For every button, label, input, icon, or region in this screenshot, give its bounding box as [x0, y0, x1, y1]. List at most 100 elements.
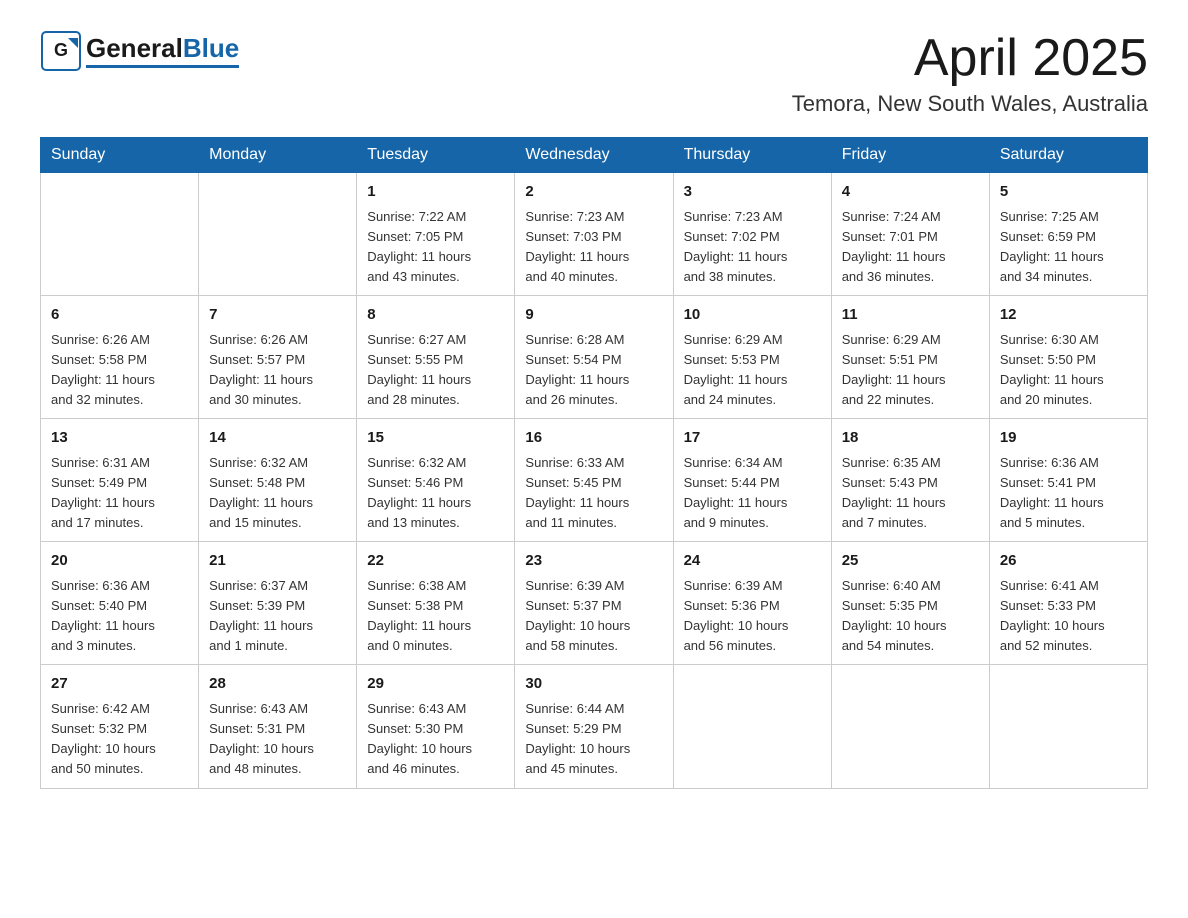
calendar-cell: 28 Sunrise: 6:43 AM Sunset: 5:31 PM Dayli… — [199, 665, 357, 788]
calendar-cell — [199, 173, 357, 296]
calendar-cell: 17 Sunrise: 6:34 AM Sunset: 5:44 PM Dayli… — [673, 419, 831, 542]
calendar-cell: 24 Sunrise: 6:39 AM Sunset: 5:36 PM Dayli… — [673, 542, 831, 665]
day-info: Sunrise: 6:40 AM Sunset: 5:35 PM Dayligh… — [842, 576, 979, 657]
day-number: 18 — [842, 427, 979, 450]
day-number: 9 — [525, 304, 662, 327]
calendar-cell: 13 Sunrise: 6:31 AM Sunset: 5:49 PM Dayli… — [41, 419, 199, 542]
weekday-header-monday: Monday — [199, 138, 357, 173]
day-info: Sunrise: 6:35 AM Sunset: 5:43 PM Dayligh… — [842, 453, 979, 534]
day-info: Sunrise: 6:44 AM Sunset: 5:29 PM Dayligh… — [525, 699, 662, 780]
calendar-cell: 8 Sunrise: 6:27 AM Sunset: 5:55 PM Daylig… — [357, 296, 515, 419]
day-number: 21 — [209, 550, 346, 573]
calendar-cell: 5 Sunrise: 7:25 AM Sunset: 6:59 PM Daylig… — [989, 173, 1147, 296]
day-number: 22 — [367, 550, 504, 573]
logo-general-text: General — [86, 33, 183, 63]
day-number: 10 — [684, 304, 821, 327]
day-info: Sunrise: 7:23 AM Sunset: 7:03 PM Dayligh… — [525, 207, 662, 288]
calendar-cell: 6 Sunrise: 6:26 AM Sunset: 5:58 PM Daylig… — [41, 296, 199, 419]
day-info: Sunrise: 6:36 AM Sunset: 5:40 PM Dayligh… — [51, 576, 188, 657]
calendar-week-row: 20 Sunrise: 6:36 AM Sunset: 5:40 PM Dayli… — [41, 542, 1148, 665]
day-info: Sunrise: 6:34 AM Sunset: 5:44 PM Dayligh… — [684, 453, 821, 534]
logo: G GeneralBlue — [40, 30, 239, 72]
day-info: Sunrise: 6:27 AM Sunset: 5:55 PM Dayligh… — [367, 330, 504, 411]
day-number: 14 — [209, 427, 346, 450]
calendar-cell: 16Sunrise: 6:33 AM Sunset: 5:45 PM Dayli… — [515, 419, 673, 542]
calendar-cell: 18 Sunrise: 6:35 AM Sunset: 5:43 PM Dayli… — [831, 419, 989, 542]
weekday-header-tuesday: Tuesday — [357, 138, 515, 173]
calendar-cell: 1 Sunrise: 7:22 AM Sunset: 7:05 PM Daylig… — [357, 173, 515, 296]
day-number: 20 — [51, 550, 188, 573]
calendar-cell: 9 Sunrise: 6:28 AM Sunset: 5:54 PM Daylig… — [515, 296, 673, 419]
svg-text:G: G — [54, 40, 68, 60]
calendar-week-row: 13 Sunrise: 6:31 AM Sunset: 5:49 PM Dayli… — [41, 419, 1148, 542]
location-title: Temora, New South Wales, Australia — [792, 91, 1148, 117]
day-info: Sunrise: 6:43 AM Sunset: 5:30 PM Dayligh… — [367, 699, 504, 780]
day-number: 24 — [684, 550, 821, 573]
day-info: Sunrise: 6:39 AM Sunset: 5:37 PM Dayligh… — [525, 576, 662, 657]
day-number: 12 — [1000, 304, 1137, 327]
day-info: Sunrise: 6:28 AM Sunset: 5:54 PM Dayligh… — [525, 330, 662, 411]
page-header: G GeneralBlue April 2025 Temora, New Sou… — [40, 30, 1148, 117]
calendar-cell: 15 Sunrise: 6:32 AM Sunset: 5:46 PM Dayli… — [357, 419, 515, 542]
day-info: Sunrise: 6:26 AM Sunset: 5:57 PM Dayligh… — [209, 330, 346, 411]
calendar-cell: 23 Sunrise: 6:39 AM Sunset: 5:37 PM Dayli… — [515, 542, 673, 665]
day-info: Sunrise: 7:25 AM Sunset: 6:59 PM Dayligh… — [1000, 207, 1137, 288]
day-info: Sunrise: 6:31 AM Sunset: 5:49 PM Dayligh… — [51, 453, 188, 534]
logo-blue-text: Blue — [183, 33, 239, 63]
day-number: 29 — [367, 673, 504, 696]
calendar-cell: 4 Sunrise: 7:24 AM Sunset: 7:01 PM Daylig… — [831, 173, 989, 296]
calendar-cell: 19Sunrise: 6:36 AM Sunset: 5:41 PM Dayli… — [989, 419, 1147, 542]
day-number: 13 — [51, 427, 188, 450]
day-info: Sunrise: 7:24 AM Sunset: 7:01 PM Dayligh… — [842, 207, 979, 288]
day-number: 6 — [51, 304, 188, 327]
weekday-header-thursday: Thursday — [673, 138, 831, 173]
calendar-cell — [673, 665, 831, 788]
day-number: 3 — [684, 181, 821, 204]
day-number: 8 — [367, 304, 504, 327]
day-number: 30 — [525, 673, 662, 696]
day-info: Sunrise: 6:32 AM Sunset: 5:48 PM Dayligh… — [209, 453, 346, 534]
calendar-cell: 22 Sunrise: 6:38 AM Sunset: 5:38 PM Dayli… — [357, 542, 515, 665]
day-info: Sunrise: 6:39 AM Sunset: 5:36 PM Dayligh… — [684, 576, 821, 657]
day-number: 26 — [1000, 550, 1137, 573]
day-info: Sunrise: 7:23 AM Sunset: 7:02 PM Dayligh… — [684, 207, 821, 288]
day-number: 5 — [1000, 181, 1137, 204]
calendar-header-row: SundayMondayTuesdayWednesdayThursdayFrid… — [41, 138, 1148, 173]
calendar-cell: 20 Sunrise: 6:36 AM Sunset: 5:40 PM Dayli… — [41, 542, 199, 665]
weekday-header-friday: Friday — [831, 138, 989, 173]
day-number: 17 — [684, 427, 821, 450]
day-info: Sunrise: 6:30 AM Sunset: 5:50 PM Dayligh… — [1000, 330, 1137, 411]
calendar-week-row: 1 Sunrise: 7:22 AM Sunset: 7:05 PM Daylig… — [41, 173, 1148, 296]
day-number: 23 — [525, 550, 662, 573]
day-number: 25 — [842, 550, 979, 573]
day-info: Sunrise: 6:26 AM Sunset: 5:58 PM Dayligh… — [51, 330, 188, 411]
day-info: Sunrise: 6:37 AM Sunset: 5:39 PM Dayligh… — [209, 576, 346, 657]
calendar-cell: 27Sunrise: 6:42 AM Sunset: 5:32 PM Dayli… — [41, 665, 199, 788]
day-info: Sunrise: 6:41 AM Sunset: 5:33 PM Dayligh… — [1000, 576, 1137, 657]
day-number: 15 — [367, 427, 504, 450]
day-number: 11 — [842, 304, 979, 327]
calendar-cell: 3 Sunrise: 7:23 AM Sunset: 7:02 PM Daylig… — [673, 173, 831, 296]
day-info: Sunrise: 6:29 AM Sunset: 5:53 PM Dayligh… — [684, 330, 821, 411]
day-number: 1 — [367, 181, 504, 204]
calendar-cell: 26 Sunrise: 6:41 AM Sunset: 5:33 PM Dayli… — [989, 542, 1147, 665]
weekday-header-wednesday: Wednesday — [515, 138, 673, 173]
day-info: Sunrise: 6:38 AM Sunset: 5:38 PM Dayligh… — [367, 576, 504, 657]
calendar-cell: 29 Sunrise: 6:43 AM Sunset: 5:30 PM Dayli… — [357, 665, 515, 788]
day-info: Sunrise: 6:36 AM Sunset: 5:41 PM Dayligh… — [1000, 453, 1137, 534]
day-number: 27 — [51, 673, 188, 696]
calendar-table: SundayMondayTuesdayWednesdayThursdayFrid… — [40, 137, 1148, 788]
day-info: Sunrise: 6:29 AM Sunset: 5:51 PM Dayligh… — [842, 330, 979, 411]
calendar-cell: 10 Sunrise: 6:29 AM Sunset: 5:53 PM Dayli… — [673, 296, 831, 419]
day-number: 4 — [842, 181, 979, 204]
month-title: April 2025 — [792, 30, 1148, 87]
calendar-week-row: 6 Sunrise: 6:26 AM Sunset: 5:58 PM Daylig… — [41, 296, 1148, 419]
calendar-cell: 12 Sunrise: 6:30 AM Sunset: 5:50 PM Dayli… — [989, 296, 1147, 419]
day-info: Sunrise: 6:32 AM Sunset: 5:46 PM Dayligh… — [367, 453, 504, 534]
day-number: 2 — [525, 181, 662, 204]
day-number: 28 — [209, 673, 346, 696]
calendar-cell — [989, 665, 1147, 788]
day-info: Sunrise: 6:43 AM Sunset: 5:31 PM Dayligh… — [209, 699, 346, 780]
day-info: Sunrise: 7:22 AM Sunset: 7:05 PM Dayligh… — [367, 207, 504, 288]
calendar-cell: 21 Sunrise: 6:37 AM Sunset: 5:39 PM Dayli… — [199, 542, 357, 665]
